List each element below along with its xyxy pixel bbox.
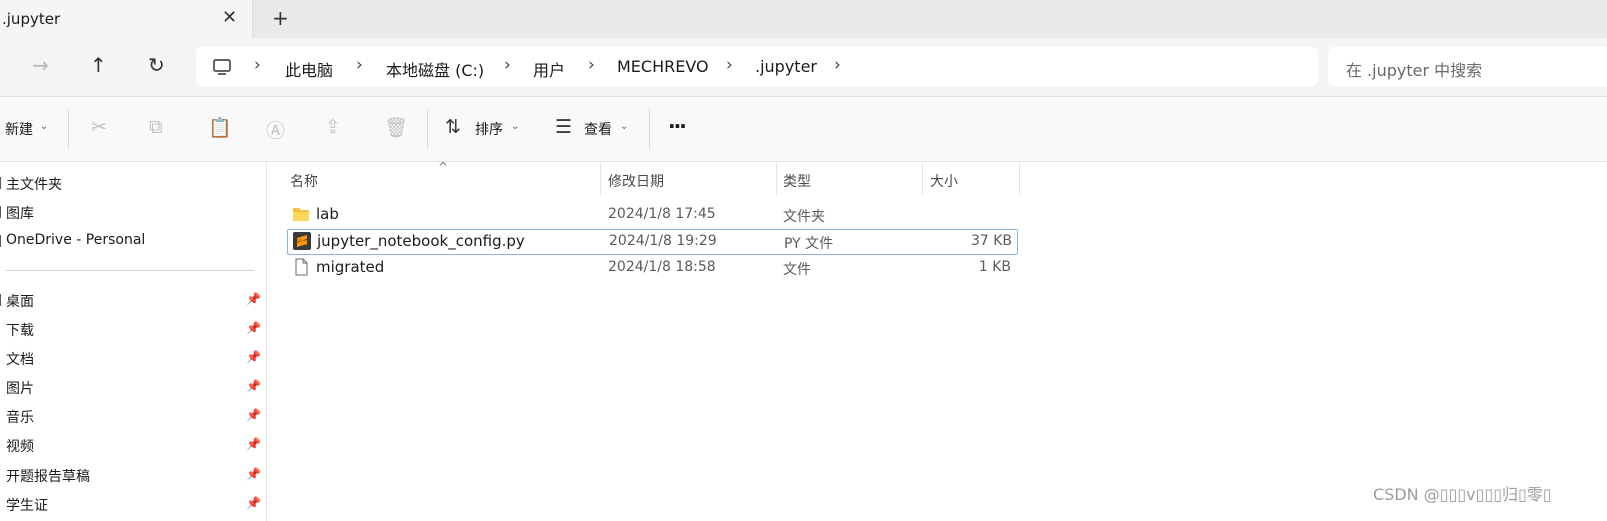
share-icon[interactable]: ⇪ — [325, 116, 341, 138]
pin-icon[interactable]: 📌 — [246, 496, 261, 510]
column-divider[interactable] — [600, 163, 601, 195]
pin-icon[interactable]: 📌 — [246, 408, 261, 422]
tab-title: .jupyter — [2, 10, 61, 28]
new-tab-icon[interactable]: + — [272, 6, 289, 30]
command-bar: 新建 ⌄ ✂ ⧉ 📋 Ⓐ ⇪ 🗑 ⇅ 排序 ⌄ ☰ 查看 ⌄ ··· — [0, 97, 1607, 162]
sidebar-item-music[interactable]: 音乐 — [6, 407, 34, 427]
copy-icon[interactable]: ⧉ — [149, 116, 163, 138]
sort-button[interactable]: 排序 — [475, 119, 503, 139]
breadcrumb-chevron-icon[interactable]: › — [356, 55, 363, 75]
breadcrumb-chevron-icon[interactable]: › — [504, 55, 511, 75]
toolbar-divider — [427, 109, 428, 149]
sublime-file-icon — [293, 232, 311, 250]
file-type: PY 文件 — [784, 236, 834, 252]
column-divider[interactable] — [1019, 163, 1020, 195]
close-icon[interactable]: ✕ — [222, 7, 237, 28]
computer-icon[interactable] — [212, 57, 232, 77]
up-arrow-icon[interactable]: ↑ — [90, 53, 107, 77]
sidebar-item-onedrive[interactable]: OneDrive - Personal — [6, 232, 145, 248]
pin-icon[interactable]: 📌 — [246, 467, 261, 481]
breadcrumb-chevron-icon[interactable]: › — [834, 55, 841, 75]
pin-icon[interactable]: 📌 — [246, 321, 261, 335]
tab-jupyter[interactable]: .jupyter ✕ — [0, 0, 253, 38]
column-header-size[interactable]: 大小 — [930, 171, 958, 191]
expand-marker-icon — [0, 206, 1, 218]
breadcrumb-users[interactable]: 用户 — [533, 57, 565, 81]
trash-icon[interactable]: 🗑 — [384, 116, 408, 139]
pin-icon[interactable]: 📌 — [246, 379, 261, 393]
sidebar-item-student-id[interactable]: 学生证 — [6, 495, 48, 515]
sidebar-divider — [6, 270, 254, 271]
file-type: 文件 — [783, 262, 811, 278]
file-date: 2024/1/8 18:58 — [608, 259, 716, 275]
chevron-down-icon[interactable]: ⌄ — [620, 121, 628, 132]
file-row[interactable]: migrated 2024/1/8 18:58 文件 1 KB — [287, 256, 1016, 280]
sort-icon[interactable]: ⇅ — [445, 116, 461, 138]
chevron-down-icon[interactable]: ⌄ — [40, 121, 48, 132]
expand-marker-icon — [0, 177, 1, 189]
refresh-icon[interactable]: ↻ — [148, 53, 165, 77]
breadcrumb-mechrevo[interactable]: MECHREVO — [617, 57, 709, 76]
file-row-selected[interactable]: jupyter_notebook_config.py 2024/1/8 19:2… — [287, 229, 1018, 255]
column-header-name[interactable]: 名称 — [290, 171, 318, 191]
column-header-row: ^ 名称 修改日期 类型 大小 — [270, 160, 1020, 195]
file-row[interactable]: lab 2024/1/8 17:45 文件夹 — [287, 203, 1016, 227]
rename-icon[interactable]: Ⓐ — [266, 116, 285, 143]
sidebar-item-proposal-drafts[interactable]: 开题报告草稿 — [6, 466, 90, 486]
breadcrumb-this-pc[interactable]: 此电脑 — [285, 57, 333, 81]
breadcrumb-chevron-icon[interactable]: › — [588, 55, 595, 75]
search-box[interactable]: 在 .jupyter 中搜索 — [1328, 47, 1607, 86]
search-placeholder: 在 .jupyter 中搜索 — [1346, 61, 1483, 80]
tab-bar: .jupyter ✕ + — [0, 0, 1607, 38]
breadcrumb-jupyter[interactable]: .jupyter — [755, 57, 817, 76]
file-name: lab — [316, 205, 339, 223]
sidebar-item-documents[interactable]: 文档 — [6, 349, 34, 369]
navigation-bar: → ↑ ↻ › 此电脑 › 本地磁盘 (C:) › 用户 › MECHREVO … — [0, 38, 1607, 97]
file-size: 1 KB — [978, 259, 1011, 275]
expand-marker-icon — [0, 294, 1, 306]
file-name: jupyter_notebook_config.py — [317, 232, 525, 250]
sidebar-item-home[interactable]: 主文件夹 — [6, 174, 62, 194]
navigation-pane: 主文件夹 图库 OneDrive - Personal 桌面 📌 下载 📌 文档… — [0, 162, 267, 521]
view-icon[interactable]: ☰ — [555, 116, 572, 138]
address-bar[interactable]: › 此电脑 › 本地磁盘 (C:) › 用户 › MECHREVO › .jup… — [196, 47, 1318, 86]
sidebar-item-pictures[interactable]: 图片 — [6, 378, 34, 398]
watermark: CSDN @▯▯▯v▯▯▯归▯零▯ — [1373, 485, 1552, 504]
chevron-down-icon[interactable]: ⌄ — [511, 121, 519, 132]
forward-arrow-icon[interactable]: → — [32, 53, 49, 77]
column-divider[interactable] — [922, 163, 923, 195]
breadcrumb-chevron-icon[interactable]: › — [726, 55, 733, 75]
column-header-type[interactable]: 类型 — [783, 171, 811, 191]
sort-ascending-icon: ^ — [438, 160, 449, 174]
file-size: 37 KB — [970, 233, 1012, 249]
file-name: migrated — [316, 258, 385, 276]
pin-icon[interactable]: 📌 — [246, 292, 261, 306]
cut-icon[interactable]: ✂ — [91, 116, 107, 138]
folder-icon — [293, 208, 309, 221]
paste-icon[interactable]: 📋 — [208, 116, 232, 139]
breadcrumb-chevron-icon[interactable]: › — [254, 55, 261, 75]
breadcrumb-local-disk[interactable]: 本地磁盘 (C:) — [386, 57, 484, 81]
sidebar-item-downloads[interactable]: 下载 — [6, 320, 34, 340]
pin-icon[interactable]: 📌 — [246, 437, 261, 451]
sidebar-item-gallery[interactable]: 图库 — [6, 203, 34, 223]
sidebar-item-desktop[interactable]: 桌面 — [6, 291, 34, 311]
pin-icon[interactable]: 📌 — [246, 350, 261, 364]
new-button[interactable]: 新建 — [5, 119, 33, 139]
file-date: 2024/1/8 19:29 — [609, 233, 717, 249]
toolbar-divider — [649, 109, 650, 149]
file-date: 2024/1/8 17:45 — [608, 206, 716, 222]
view-button[interactable]: 查看 — [584, 119, 612, 139]
column-header-date[interactable]: 修改日期 — [608, 171, 664, 191]
expand-marker-icon — [0, 235, 1, 247]
sidebar-item-videos[interactable]: 视频 — [6, 436, 34, 456]
blank-file-icon — [295, 258, 308, 276]
more-options-icon[interactable]: ··· — [668, 114, 687, 138]
column-divider[interactable] — [776, 163, 777, 195]
file-type: 文件夹 — [783, 209, 825, 225]
toolbar-divider — [68, 109, 69, 149]
